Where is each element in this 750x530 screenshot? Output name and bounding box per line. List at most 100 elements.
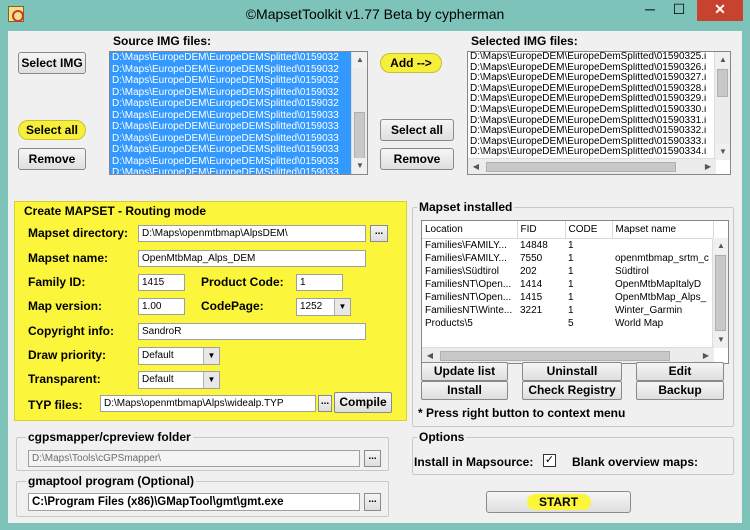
scroll-up-icon[interactable]: ▲ [715,52,730,68]
select-img-button[interactable]: Select IMG [18,52,86,74]
start-button[interactable]: START [526,494,591,510]
chevron-down-icon[interactable]: ▼ [203,372,219,388]
mapset-installed-table[interactable]: Location FID CODE Mapset name Families\FAMI… [421,220,729,364]
selected-file-item[interactable]: D:\Maps\EuropeDEM\EuropeDemSplitted\0159… [468,84,730,95]
table-row[interactable]: Families\FAMILY... 7550 1 openmtbmap_srtm_c [422,252,713,265]
installed-vscrollbar[interactable]: ▲ ▼ [712,238,728,348]
source-file-item[interactable]: D:\Maps\EuropeDEM\EuropeDEMSplitted\0159… [110,167,367,174]
table-row[interactable]: FamiliesNT\Open... 1414 1 OpenMtbMapItalyD [422,278,713,291]
source-files-list[interactable]: D:\Maps\EuropeDEM\EuropeDEMSplitted\0159… [109,51,368,175]
compile-button[interactable]: Compile [334,392,392,413]
selected-file-item[interactable]: D:\Maps\EuropeDEM\EuropeDemSplitted\0159… [468,94,730,105]
selected-list-hscrollbar[interactable]: ◀ ▶ [468,158,716,174]
column-header[interactable]: Location [422,221,518,239]
scroll-up-icon[interactable]: ▲ [352,52,367,68]
scroll-thumb[interactable] [354,112,365,162]
selected-remove-button[interactable]: Remove [380,148,454,170]
source-file-item[interactable]: D:\Maps\EuropeDEM\EuropeDEMSplitted\0159… [110,144,367,156]
typ-files-field[interactable]: D:\Maps\openmtbmap\Alps\widealp.TYP [100,395,316,412]
column-header[interactable]: CODE [565,221,613,239]
gmaptool-browse-button[interactable]: ... [364,493,381,511]
table-row[interactable]: FamiliesNT\Open... 1415 1 OpenMtbMap_Alps_ [422,291,713,304]
selected-file-item[interactable]: D:\Maps\EuropeDEM\EuropeDemSplitted\0159… [468,137,730,148]
scroll-right-icon[interactable]: ▶ [700,159,716,174]
source-file-item[interactable]: D:\Maps\EuropeDEM\EuropeDEMSplitted\0159… [110,109,367,121]
chevron-down-icon[interactable]: ▼ [203,348,219,364]
table-row[interactable]: FamiliesNT\Winte... 3221 1 Winter_Garmin [422,304,713,317]
column-header[interactable]: FID [517,221,566,239]
check-registry-button[interactable]: Check Registry [522,381,622,400]
uninstall-button[interactable]: Uninstall [522,362,622,381]
source-file-item[interactable]: D:\Maps\EuropeDEM\EuropeDEMSplitted\0159… [110,52,367,64]
selected-select-all-button[interactable]: Select all [380,119,454,141]
start-button-frame[interactable]: START [486,491,631,513]
codepage-dropdown[interactable]: 1252 ▼ [296,298,351,316]
table-cell: OpenMtbMapItalyD [615,278,702,290]
edit-button[interactable]: Edit [636,362,724,381]
source-remove-button[interactable]: Remove [18,148,86,170]
transparent-label: Transparent: [28,372,101,386]
chevron-down-icon[interactable]: ▼ [334,299,350,315]
table-row[interactable]: Families\FAMILY... 14848 1 [422,238,713,252]
minimize-button[interactable]: ─ [636,0,664,21]
scroll-down-icon[interactable]: ▼ [715,144,730,160]
selected-files-list[interactable]: D:\Maps\EuropeDEM\EuropeDemSplitted\0159… [467,51,731,175]
selected-file-item[interactable]: D:\Maps\EuropeDEM\EuropeDemSplitted\0159… [468,73,730,84]
scroll-thumb[interactable] [715,255,726,331]
selected-file-item[interactable]: D:\Maps\EuropeDEM\EuropeDemSplitted\0159… [468,116,730,127]
selected-file-item[interactable]: D:\Maps\EuropeDEM\EuropeDemSplitted\0159… [468,63,730,74]
copyright-info-label: Copyright info: [28,324,114,338]
family-id-field[interactable]: 1415 [138,274,185,291]
gmaptool-path-field[interactable]: C:\Program Files (x86)\GMapTool\gmt\gmt.… [28,493,360,511]
scroll-down-icon[interactable]: ▼ [713,332,728,348]
source-file-item[interactable]: D:\Maps\EuropeDEM\EuropeDEMSplitted\0159… [110,75,367,87]
installed-hscrollbar[interactable]: ◀ ▶ [422,347,714,363]
table-cell: 14848 [520,239,548,251]
mapset-directory-browse-button[interactable]: ... [370,225,388,242]
backup-button[interactable]: Backup [636,381,724,400]
table-cell: Südtirol [615,265,649,277]
scroll-down-icon[interactable]: ▼ [352,158,367,174]
cgpsmapper-folder-field[interactable]: D:\Maps\Tools\cGPSmapper\ [28,450,360,467]
install-in-mapsource-checkbox[interactable]: ✓ [543,454,556,467]
source-file-item[interactable]: D:\Maps\EuropeDEM\EuropeDEMSplitted\0159… [110,132,367,144]
mapset-directory-field[interactable]: D:\Maps\openmtbmap\AlpsDEM\ [138,225,366,242]
scroll-thumb[interactable] [440,351,670,361]
selected-file-item[interactable]: D:\Maps\EuropeDEM\EuropeDemSplitted\0159… [468,126,730,137]
transparent-dropdown[interactable]: Default ▼ [138,371,220,389]
product-code-field[interactable]: 1 [296,274,343,291]
scroll-left-icon[interactable]: ◀ [468,159,484,174]
source-file-item[interactable]: D:\Maps\EuropeDEM\EuropeDEMSplitted\0159… [110,86,367,98]
mapset-name-field[interactable]: OpenMtbMap_Alps_DEM [138,250,366,267]
codepage-value: 1252 [300,301,323,312]
map-version-field[interactable]: 1.00 [138,298,185,315]
scroll-up-icon[interactable]: ▲ [713,238,728,254]
cgpsmapper-browse-button[interactable]: ... [364,450,381,467]
column-header[interactable]: Mapset name [612,221,714,239]
table-row[interactable]: Products\5 5 World Map [422,317,713,330]
scroll-thumb[interactable] [486,162,676,172]
scroll-thumb[interactable] [717,69,728,97]
maximize-button[interactable]: ☐ [665,0,693,21]
mapset-directory-label: Mapset directory: [28,226,129,240]
typ-files-browse-button[interactable]: ... [318,395,332,412]
source-file-item[interactable]: D:\Maps\EuropeDEM\EuropeDEMSplitted\0159… [110,121,367,133]
selected-file-item[interactable]: D:\Maps\EuropeDEM\EuropeDemSplitted\0159… [468,105,730,116]
selected-list-vscrollbar[interactable]: ▲ ▼ [714,52,730,160]
selected-file-item[interactable]: D:\Maps\EuropeDEM\EuropeDemSplitted\0159… [468,52,730,63]
selected-file-item[interactable]: D:\Maps\EuropeDEM\EuropeDemSplitted\0159… [468,147,730,158]
source-file-item[interactable]: D:\Maps\EuropeDEM\EuropeDEMSplitted\0159… [110,98,367,110]
source-file-item[interactable]: D:\Maps\EuropeDEM\EuropeDEMSplitted\0159… [110,63,367,75]
source-select-all-button[interactable]: Select all [18,120,86,140]
add-button[interactable]: Add --> [380,53,442,73]
codepage-label: CodePage: [201,299,264,313]
table-cell: openmtbmap_srtm_c [615,252,709,264]
copyright-info-field[interactable]: SandroR [138,323,366,340]
close-button[interactable]: ✕ [697,0,743,21]
table-row[interactable]: Families\Südtirol 202 1 Südtirol [422,265,713,278]
source-list-scrollbar[interactable]: ▲ ▼ [351,52,367,174]
install-button[interactable]: Install [421,381,508,400]
draw-priority-dropdown[interactable]: Default ▼ [138,347,220,365]
source-file-item[interactable]: D:\Maps\EuropeDEM\EuropeDEMSplitted\0159… [110,155,367,167]
update-list-button[interactable]: Update list [421,362,508,381]
